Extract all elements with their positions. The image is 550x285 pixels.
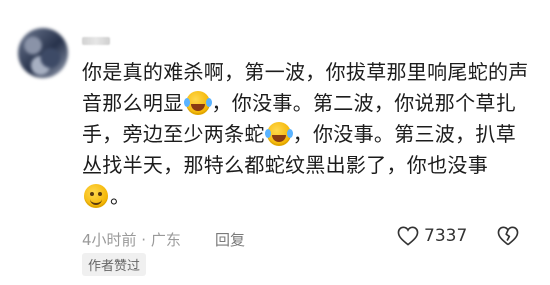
username-blurred[interactable] [82,37,110,45]
laughing-tears-emoji-icon [264,122,291,146]
laughing-tears-emoji-icon [183,91,210,115]
smile-emoji-icon [84,184,108,208]
comment-text: 你是真的难杀啊，第一波，你拔草那里响尾蛇的声 音那么明显 ，你没事。第二波，你说那… [82,57,532,212]
like-count: 7337 [424,226,468,246]
comment-line: 你是真的难杀啊，第一波，你拔草那里响尾蛇的声 [82,60,529,84]
reply-button[interactable]: 回复 [215,229,245,250]
comment-line: 手，旁边至少两条蛇 ，你没事。第三波，扒草 [82,122,517,146]
broken-heart-icon [497,226,519,246]
comment-line: 音那么明显 ，你没事。第二波，你说那个草扎 [82,91,516,115]
comment-line: 。 [82,181,532,212]
author-liked-badge: 作者赞过 [82,253,147,276]
comment-line: 丛找半天，那特么都蛇纹黑出影了，你也没事 [82,153,488,177]
heart-outline-icon [397,226,419,246]
like-button[interactable]: 7337 [397,226,467,246]
dislike-button[interactable] [497,226,519,250]
avatar[interactable] [18,28,68,78]
comment-timestamp-location: 4小时前 · 广东 [82,231,181,249]
